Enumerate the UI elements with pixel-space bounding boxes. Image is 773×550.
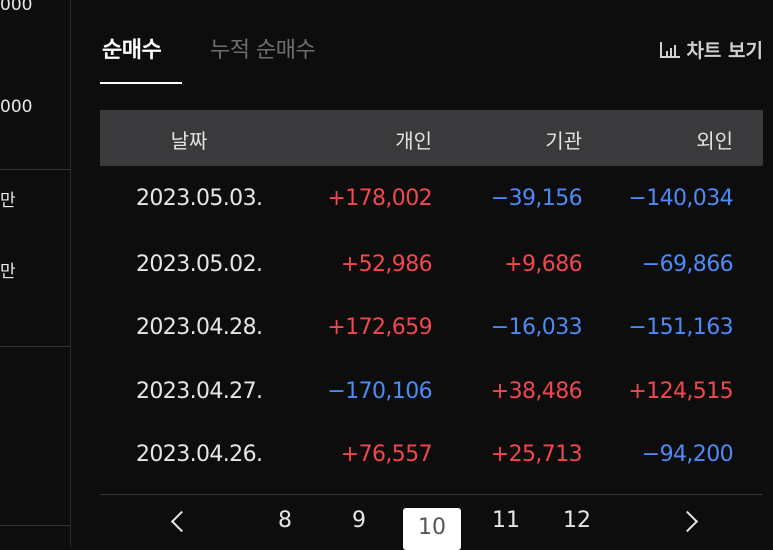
- investor-trading-panel: 순매수 누적 순매수 차트 보기 날짜 개인 기관 외인 2023.05.03.…: [99, 0, 763, 550]
- row-individual: +76,557: [340, 442, 433, 467]
- column-header-institution: 기관: [545, 129, 582, 153]
- column-header-individual: 개인: [395, 129, 432, 153]
- row-institution: +9,686: [504, 252, 582, 277]
- table-row: 2023.05.03. +178,002 −39,156 −140,034: [100, 166, 763, 234]
- row-institution: +38,486: [490, 379, 583, 404]
- page-11[interactable]: 11: [492, 508, 520, 533]
- row-individual: −170,106: [327, 379, 432, 404]
- left-value-4: 만: [0, 262, 16, 282]
- view-chart-label: 차트 보기: [686, 40, 763, 62]
- pagination-divider: [100, 494, 763, 495]
- left-divider: [0, 346, 70, 347]
- row-date: 2023.05.03.: [136, 186, 263, 211]
- column-header-date: 날짜: [170, 129, 208, 153]
- row-foreign: +124,515: [628, 379, 733, 404]
- left-value-1: 000: [0, 0, 33, 15]
- table-header: 날짜 개인 기관 외인: [100, 110, 763, 166]
- page-12[interactable]: 12: [563, 508, 591, 533]
- row-foreign: −69,866: [641, 252, 734, 277]
- view-chart-button[interactable]: 차트 보기: [660, 36, 763, 63]
- left-summary-column: 000 000 만 만: [0, 0, 71, 547]
- row-date: 2023.04.27.: [136, 379, 263, 404]
- column-header-foreign: 외인: [696, 129, 733, 153]
- page-8[interactable]: 8: [278, 508, 292, 533]
- page-10-current[interactable]: 10: [403, 508, 461, 550]
- table-row: 2023.04.28. +172,659 −16,033 −151,163: [100, 295, 763, 363]
- row-individual: +172,659: [327, 315, 432, 340]
- row-individual: +178,002: [327, 186, 432, 211]
- left-value-2: 000: [0, 97, 33, 117]
- left-value-3: 만: [0, 191, 16, 211]
- tab-cumulative-net-buy[interactable]: 누적 순매수: [210, 32, 316, 64]
- page-9[interactable]: 9: [352, 508, 366, 533]
- left-divider: [0, 525, 70, 526]
- row-institution: −16,033: [490, 315, 583, 340]
- tab-bar: 순매수 누적 순매수 차트 보기: [99, 32, 763, 84]
- row-date: 2023.05.02.: [136, 252, 263, 277]
- row-foreign: −140,034: [628, 186, 733, 211]
- left-divider: [0, 169, 70, 170]
- row-date: 2023.04.26.: [136, 442, 263, 467]
- table-row: 2023.05.02. +52,986 +9,686 −69,866: [100, 232, 763, 300]
- row-individual: +52,986: [340, 252, 433, 277]
- table-row: 2023.04.26. +76,557 +25,713 −94,200: [100, 422, 763, 490]
- tab-net-buy[interactable]: 순매수: [99, 32, 183, 84]
- row-foreign: −94,200: [641, 442, 734, 467]
- bar-chart-icon: [660, 41, 681, 58]
- row-foreign: −151,163: [628, 315, 733, 340]
- table-row: 2023.04.27. −170,106 +38,486 +124,515: [100, 359, 763, 427]
- row-institution: −39,156: [490, 186, 583, 211]
- row-institution: +25,713: [490, 442, 583, 467]
- prev-page-chevron-icon[interactable]: [170, 510, 193, 533]
- next-page-chevron-icon[interactable]: [676, 510, 699, 533]
- row-date: 2023.04.28.: [136, 315, 263, 340]
